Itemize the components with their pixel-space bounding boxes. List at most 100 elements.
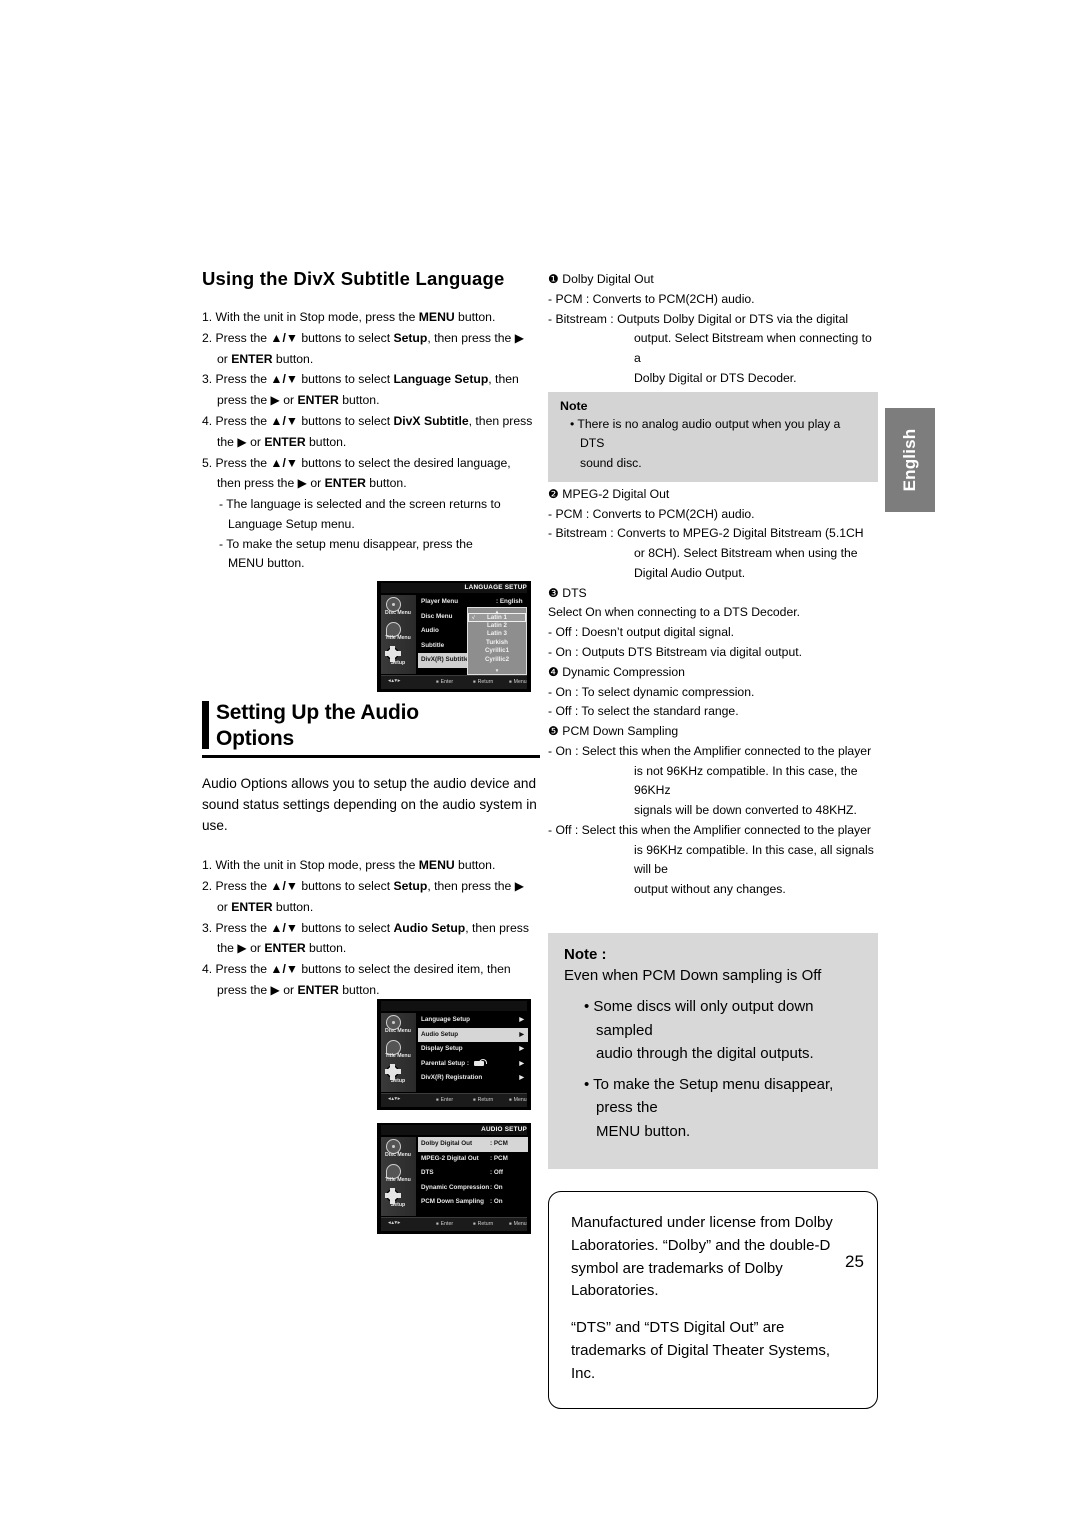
osd-rail-item-gear[interactable]: Setup xyxy=(381,1063,416,1088)
option-1-lines: - PCM : Converts to PCM(2CH) audio. - Bit… xyxy=(548,290,878,389)
option-detail-line: Digital Audio Output. xyxy=(634,565,746,580)
lock-icon xyxy=(473,1058,487,1066)
option-4-lines: - On : To select dynamic compression. - O… xyxy=(548,683,878,723)
heading-rule xyxy=(202,755,540,759)
osd-menu-row[interactable]: Dolby Digital Out: PCM xyxy=(418,1137,528,1152)
osd-footer-bar: ◂▴▾▸ Enter Return Menu xyxy=(381,1093,527,1107)
osd-hint-return: Return xyxy=(473,679,494,685)
osd-rail-item-disc-menu[interactable]: Disc Menu xyxy=(381,1013,416,1038)
instruction-step: 4. Press the ▲/▼ buttons to select DivX … xyxy=(202,414,533,429)
osd-menu-row-label: MPEG-2 Digital Out xyxy=(421,1154,479,1162)
chevron-right-icon: ▶ xyxy=(519,1017,524,1023)
chevron-right-icon: ▶ xyxy=(519,1075,524,1081)
osd-menu-row[interactable]: DTS: Off xyxy=(418,1166,528,1181)
osd-screenshot-setup-menu: Disc Menu Title Menu Setup Language Setup ▶ A… xyxy=(377,999,531,1110)
osd-side-rail: Disc Menu Title Menu Setup xyxy=(381,1013,416,1092)
osd-menu-panel: Dolby Digital Out: PCM MPEG-2 Digital Out… xyxy=(418,1137,528,1216)
osd-screenshot-audio-setup: AUDIO SETUP Disc Menu Title Menu Setup Dolby… xyxy=(377,1123,531,1234)
osd-dropdown-item[interactable]: Cyrillic2 xyxy=(468,656,526,665)
audio-options-intro: Audio Options allows you to setup the au… xyxy=(202,776,537,833)
osd-dropdown-item[interactable]: Cyrillic1 xyxy=(468,647,526,656)
language-side-tab-label: English xyxy=(900,428,919,492)
osd-dropdown-item[interactable]: Latin 3 xyxy=(468,630,526,639)
osd-dropdown-item[interactable]: Turkish xyxy=(468,639,526,648)
option-detail-line: is not 96KHz compatible. In this case, t… xyxy=(634,763,858,798)
osd-rail-label: Disc Menu xyxy=(385,1152,411,1158)
option-2-title: ❷ MPEG-2 Digital Out xyxy=(548,486,670,501)
osd-menu-row[interactable]: Language Setup ▶ xyxy=(418,1013,528,1028)
chevron-right-icon: ▶ xyxy=(519,1046,524,1052)
divx-subtitle-steps-list: 1. With the unit in Stop mode, press the… xyxy=(202,308,540,494)
scroll-down-icon[interactable]: ▼ xyxy=(468,668,526,673)
osd-dropdown-item[interactable]: √ Latin 1 xyxy=(468,613,526,622)
osd-side-rail: Disc Menu Title Menu Setup xyxy=(381,1137,416,1216)
osd-title: AUDIO SETUP xyxy=(481,1126,527,1133)
note-box-dts-analog: Note • There is no analog audio output w… xyxy=(548,391,878,482)
osd-menu-row[interactable]: Audio Setup ▶ xyxy=(418,1027,528,1042)
option-4-title: ❹ Dynamic Compression xyxy=(548,664,685,679)
osd-menu-row[interactable]: DivX(R) Registration ▶ xyxy=(418,1071,528,1086)
instruction-step: 2. Press the ▲/▼ buttons to select Setup… xyxy=(202,879,525,894)
osd-menu-row[interactable]: PCM Down Sampling: On xyxy=(418,1195,528,1210)
option-detail-line: Dolby Digital or DTS Decoder. xyxy=(634,370,797,385)
option-5-lines: - On : Select this when the Amplifier co… xyxy=(548,742,878,900)
option-detail-line: - PCM : Converts to PCM(2CH) audio. xyxy=(548,506,755,521)
osd-rail-item-gear[interactable]: Setup xyxy=(381,1187,416,1212)
osd-rail-item-title-menu[interactable]: Title Menu xyxy=(381,620,416,645)
osd-rail-item-title-menu[interactable]: Title Menu xyxy=(381,1162,416,1187)
audio-setup-steps-list: 1. With the unit in Stop mode, press the… xyxy=(202,856,540,1000)
note2-bullet-1: • Some discs will only output down sampl… xyxy=(564,995,862,1065)
instruction-step-continuation: or ENTER button. xyxy=(217,899,314,914)
chevron-right-icon: ▶ xyxy=(519,1060,524,1067)
instruction-step-continuation: press the ▶ or ENTER button. xyxy=(217,393,380,408)
osd-menu-row-label: Audio Setup xyxy=(421,1030,459,1038)
osd-language-dropdown[interactable]: ▲ √ Latin 1 Latin 2 Latin 3 Turkish Cyrillic1 C… xyxy=(467,607,527,675)
trademark-dolby: Manufactured under license from Dolby La… xyxy=(571,1213,833,1300)
osd-hint-menu: Menu xyxy=(509,1097,527,1103)
gear-icon xyxy=(384,645,401,662)
option-detail-line: - Off : Doesn’t output digital signal. xyxy=(548,625,735,640)
note-title: Note xyxy=(560,398,588,413)
osd-rail-item-title-menu[interactable]: Title Menu xyxy=(381,1038,416,1063)
osd-rail-item-gear[interactable]: Setup xyxy=(381,645,416,670)
osd-rail-label: Title Menu xyxy=(385,635,411,641)
note-box-pcm-downsampling: Note : Even when PCM Down sampling is Of… xyxy=(548,932,878,1169)
osd-menu-row[interactable]: Dynamic Compression: On xyxy=(418,1181,528,1196)
osd-rail-label: Setup xyxy=(390,1078,406,1084)
osd-rail-item-disc-menu[interactable]: Disc Menu xyxy=(381,595,416,620)
osd-menu-row-label: Disc Menu xyxy=(421,612,453,620)
option-detail-line: - Bitstream : Converts to MPEG-2 Digital… xyxy=(548,526,864,541)
note2-bullet-1a: • Some discs will only output down sampl… xyxy=(584,998,814,1039)
instruction-note-line: Language Setup menu. xyxy=(228,516,355,531)
dpad-icon: ◂▴▾▸ xyxy=(388,1220,401,1226)
option-detail-line: - On : Select this when the Amplifier co… xyxy=(548,743,872,758)
option-detail-line: output. Select Bitstream when connecting… xyxy=(634,331,872,366)
instruction-note-line: MENU button. xyxy=(228,556,305,571)
option-detail-line: - Off : Select this when the Amplifier c… xyxy=(548,822,871,837)
osd-menu-row-value: : PCM xyxy=(490,1154,508,1162)
osd-menu-row-label: Parental Setup : xyxy=(421,1059,469,1067)
osd-menu-row[interactable]: Display Setup ▶ xyxy=(418,1042,528,1057)
gear-icon xyxy=(384,1063,401,1080)
instruction-step-continuation: press the ▶ or ENTER button. xyxy=(217,982,380,997)
option-detail-line: Select On when connecting to a DTS Decod… xyxy=(548,605,801,620)
osd-menu-row-label: PCM Down Sampling xyxy=(421,1198,484,1205)
instruction-step-continuation: or ENTER button. xyxy=(217,351,314,366)
osd-rail-item-disc-menu[interactable]: Disc Menu xyxy=(381,1137,416,1162)
option-detail-line: - On : To select dynamic compression. xyxy=(548,684,755,699)
osd-menu-row-label: Audio xyxy=(421,627,439,634)
osd-menu-row-value: : Off xyxy=(490,1169,503,1176)
osd-dropdown-item[interactable]: Latin 2 xyxy=(468,622,526,631)
section-heading-audio-options: Setting Up the Audio Options xyxy=(202,700,540,751)
osd-menu-row[interactable]: MPEG-2 Digital Out : PCM xyxy=(418,1152,528,1167)
osd-menu-row[interactable]: Parental Setup : ▶ xyxy=(418,1057,528,1072)
option-detail-line: - Bitstream : Outputs Dolby Digital or D… xyxy=(548,311,849,326)
osd-menu-row-label: Player Menu xyxy=(421,598,459,605)
osd-menu-panel: Language Setup ▶ Audio Setup ▶ Display Setup… xyxy=(418,1013,528,1092)
osd-footer-bar: ◂▴▾▸ Enter Return Menu xyxy=(381,1217,527,1231)
option-detail-line: is 96KHz compatible. In this case, all s… xyxy=(634,842,874,877)
osd-screenshot-language-setup: LANGUAGE SETUP Disc Menu Title Menu Setup Pl… xyxy=(377,581,531,692)
manual-page: Using the DivX Subtitle Language 1. With… xyxy=(0,0,1080,1528)
option-detail-line: - On : Outputs DTS Bitstream via digital… xyxy=(548,645,803,660)
option-detail-line: signals will be down converted to 48KHZ. xyxy=(634,803,857,818)
